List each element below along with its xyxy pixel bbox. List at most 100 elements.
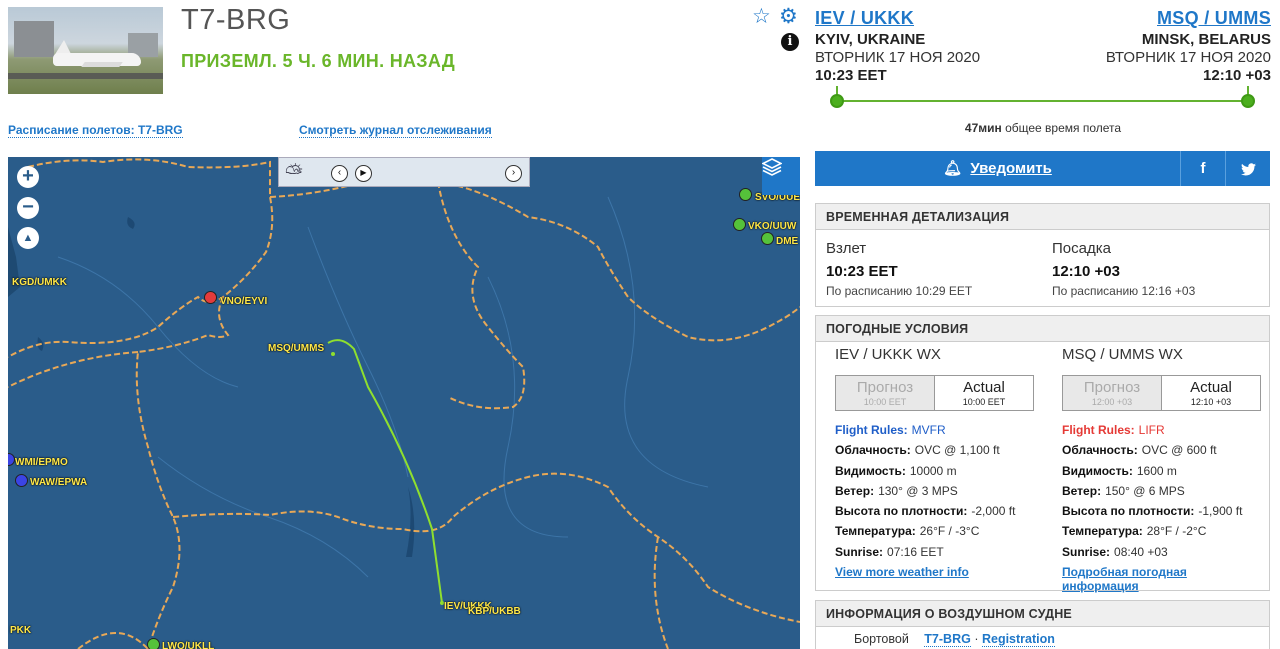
temperature-row: Температура: 28°F / -2°C <box>1062 524 1277 544</box>
origin-forecast-tab[interactable]: Прогноз 10:00 EET <box>836 376 935 410</box>
density-altitude-value: -2,000 ft <box>971 504 1016 519</box>
destination-weather: MSQ / UMMS WX Прогноз 12:00 +03 Actual 1… <box>1062 346 1262 593</box>
forecast-tab-time: 12:00 +03 <box>1091 397 1133 407</box>
destination-weather-details: Flight Rules: LIFR Облачность: OVC @ 600 f… <box>1062 423 1277 593</box>
zoom-out-button[interactable]: − <box>17 197 39 219</box>
origin-weather-details: Flight Rules: MVFR Облачность: OVC @ 1,100… <box>835 423 1050 579</box>
compass-button[interactable]: ▲ <box>17 227 39 249</box>
airport-marker-vno[interactable] <box>204 291 217 304</box>
temperature-value: 28°F / -2°C <box>1146 524 1207 539</box>
clouds-label: Облачность: <box>1062 443 1138 458</box>
origin-airport-link[interactable]: IEV / UKKK <box>815 8 914 29</box>
star-icon[interactable]: ☆ <box>752 6 771 27</box>
info-icon[interactable]: i <box>781 33 799 51</box>
country-border <box>172 472 800 623</box>
density-altitude-label: Высота по плотности: <box>1062 504 1195 519</box>
airport-label-msq[interactable]: MSQ/UMMS <box>268 343 324 354</box>
flight-rules-row: Flight Rules: MVFR <box>835 423 1050 443</box>
zoom-in-button[interactable]: + <box>17 166 39 188</box>
airport-label-kbp[interactable]: KBP/UKBB <box>468 606 521 617</box>
weather-header: ПОГОДНЫЕ УСЛОВИЯ <box>816 316 1269 342</box>
partly-cloudy-icon[interactable]: ⛅︎ <box>285 162 303 184</box>
facebook-share-button[interactable]: f <box>1180 151 1225 186</box>
flight-map[interactable]: SVO/UUE VKO/UUW DME KGD/UMKK VNO/EYVI MS… <box>8 157 800 649</box>
schedule-link[interactable]: Расписание полетов: T7-BRG <box>8 123 183 138</box>
link-separator: · <box>974 632 979 646</box>
map-water <box>127 217 135 229</box>
wind-row: Ветер: 130° @ 3 MPS <box>835 484 1050 504</box>
flight-track <box>327 339 443 604</box>
airport-label-vno[interactable]: VNO/EYVI <box>220 296 267 307</box>
play-button[interactable]: ▶ <box>355 165 372 182</box>
destination-city: MINSK, BELARUS <box>1141 31 1271 48</box>
country-border <box>77 632 149 649</box>
origin-time: 10:23 EET <box>815 67 887 84</box>
landing-scheduled: По расписанию 12:16 +03 <box>1052 284 1196 298</box>
wind-label: Ветер: <box>835 483 875 498</box>
airport-marker-lwo[interactable] <box>147 638 160 649</box>
airport-label-kgd[interactable]: KGD/UMKK <box>12 277 67 288</box>
weather-panel: ПОГОДНЫЕ УСЛОВИЯ IEV / UKKK WX Прогноз 1… <box>815 315 1270 593</box>
flight-rules-value: MVFR <box>911 423 946 437</box>
visibility-label: Видимость: <box>1062 463 1133 478</box>
layers-button[interactable] <box>762 157 800 195</box>
twitter-share-button[interactable] <box>1225 151 1270 186</box>
landing-column: Посадка 12:10 +03 По расписанию 12:16 +0… <box>1052 240 1195 298</box>
time-details-header: ВРЕМЕННАЯ ДЕТАЛИЗАЦИЯ <box>816 204 1269 230</box>
airport-marker-waw[interactable] <box>15 474 28 487</box>
airport-label-pkk[interactable]: PKK <box>10 625 31 636</box>
airport-label-lwo[interactable]: LWO/UKLL <box>162 641 214 649</box>
destination-actual-tab[interactable]: Actual 12:10 +03 <box>1162 376 1260 410</box>
forecast-tab-time: 10:00 EET <box>863 397 907 407</box>
destination-time: 12:10 +03 <box>1203 67 1271 84</box>
notify-button[interactable]: 🔔︎ Уведомить <box>815 151 1180 186</box>
airport-label-dme[interactable]: DME <box>776 236 798 247</box>
notify-bar: 🔔︎ Уведомить f <box>815 151 1270 186</box>
bell-icon: 🔔︎ <box>943 160 963 177</box>
airport-label-wmi[interactable]: WMI/EPMO <box>15 457 68 468</box>
prev-frame-button[interactable]: ‹ <box>331 165 348 182</box>
origin-progress-dot <box>830 94 844 108</box>
airport-label-waw[interactable]: WAW/EPWA <box>30 477 87 488</box>
map-canvas <box>8 158 800 649</box>
flight-status: ПРИЗЕМЛ. 5 Ч. 6 МИН. НАЗАД <box>181 51 455 71</box>
country-border <box>653 536 669 649</box>
destination-forecast-tab[interactable]: Прогноз 12:00 +03 <box>1063 376 1162 410</box>
wind-label: Ветер: <box>1062 483 1102 498</box>
origin-more-weather-link[interactable]: View more weather info <box>835 565 1050 579</box>
origin-actual-tab[interactable]: Actual 10:00 EET <box>935 376 1033 410</box>
clouds-row: Облачность: OVC @ 600 ft <box>1062 443 1277 463</box>
airport-marker-svo[interactable] <box>739 188 752 201</box>
destination-airport-link[interactable]: MSQ / UMMS <box>1157 8 1271 29</box>
aircraft-onboard-row: Бортовой T7-BRG · Registration <box>854 632 1055 647</box>
flight-registration-title: T7-BRG <box>181 4 291 36</box>
origin-weather-tabs: Прогноз 10:00 EET Actual 10:00 EET <box>835 375 1034 411</box>
airport-marker-vko[interactable] <box>733 218 746 231</box>
destination-more-weather-link[interactable]: Подробная погодная информация <box>1062 565 1212 593</box>
aircraft-reg-link[interactable]: T7-BRG <box>924 632 971 647</box>
wind-row: Ветер: 150° @ 6 MPS <box>1062 484 1277 504</box>
destination-weather-tabs: Прогноз 12:00 +03 Actual 12:10 +03 <box>1062 375 1261 411</box>
registration-link[interactable]: Registration <box>981 632 1055 647</box>
airport-label-vko[interactable]: VKO/UUW <box>748 221 796 232</box>
map-river <box>607 196 709 488</box>
notify-label: Уведомить <box>970 160 1052 177</box>
aircraft-info-header: ИНФОРМАЦИЯ О ВОЗДУШНОМ СУДНЕ <box>816 601 1269 627</box>
origin-weather-title: IEV / UKKK WX <box>835 346 941 363</box>
airport-marker-dme[interactable] <box>761 232 774 245</box>
takeoff-scheduled: По расписанию 10:29 EET <box>826 284 973 298</box>
origin-city: KYIV, UKRAINE <box>815 31 926 48</box>
map-river <box>487 276 569 538</box>
clouds-label: Облачность: <box>835 443 911 458</box>
landing-label: Посадка <box>1052 240 1111 257</box>
next-frame-button[interactable]: › <box>505 165 522 182</box>
country-border <box>135 296 230 649</box>
flight-rules-value: LIFR <box>1138 423 1165 437</box>
track-log-link[interactable]: Смотреть журнал отслеживания <box>299 123 492 138</box>
gear-icon[interactable]: ⚙ <box>779 6 798 27</box>
destination-date: ВТОРНИК 17 НОЯ 2020 <box>1105 49 1271 66</box>
takeoff-label: Взлет <box>826 240 867 257</box>
map-river <box>57 256 239 388</box>
weather-playback-bar: ⛅︎ ‹ ▶ › <box>278 157 530 187</box>
aircraft-photo[interactable] <box>8 7 163 94</box>
